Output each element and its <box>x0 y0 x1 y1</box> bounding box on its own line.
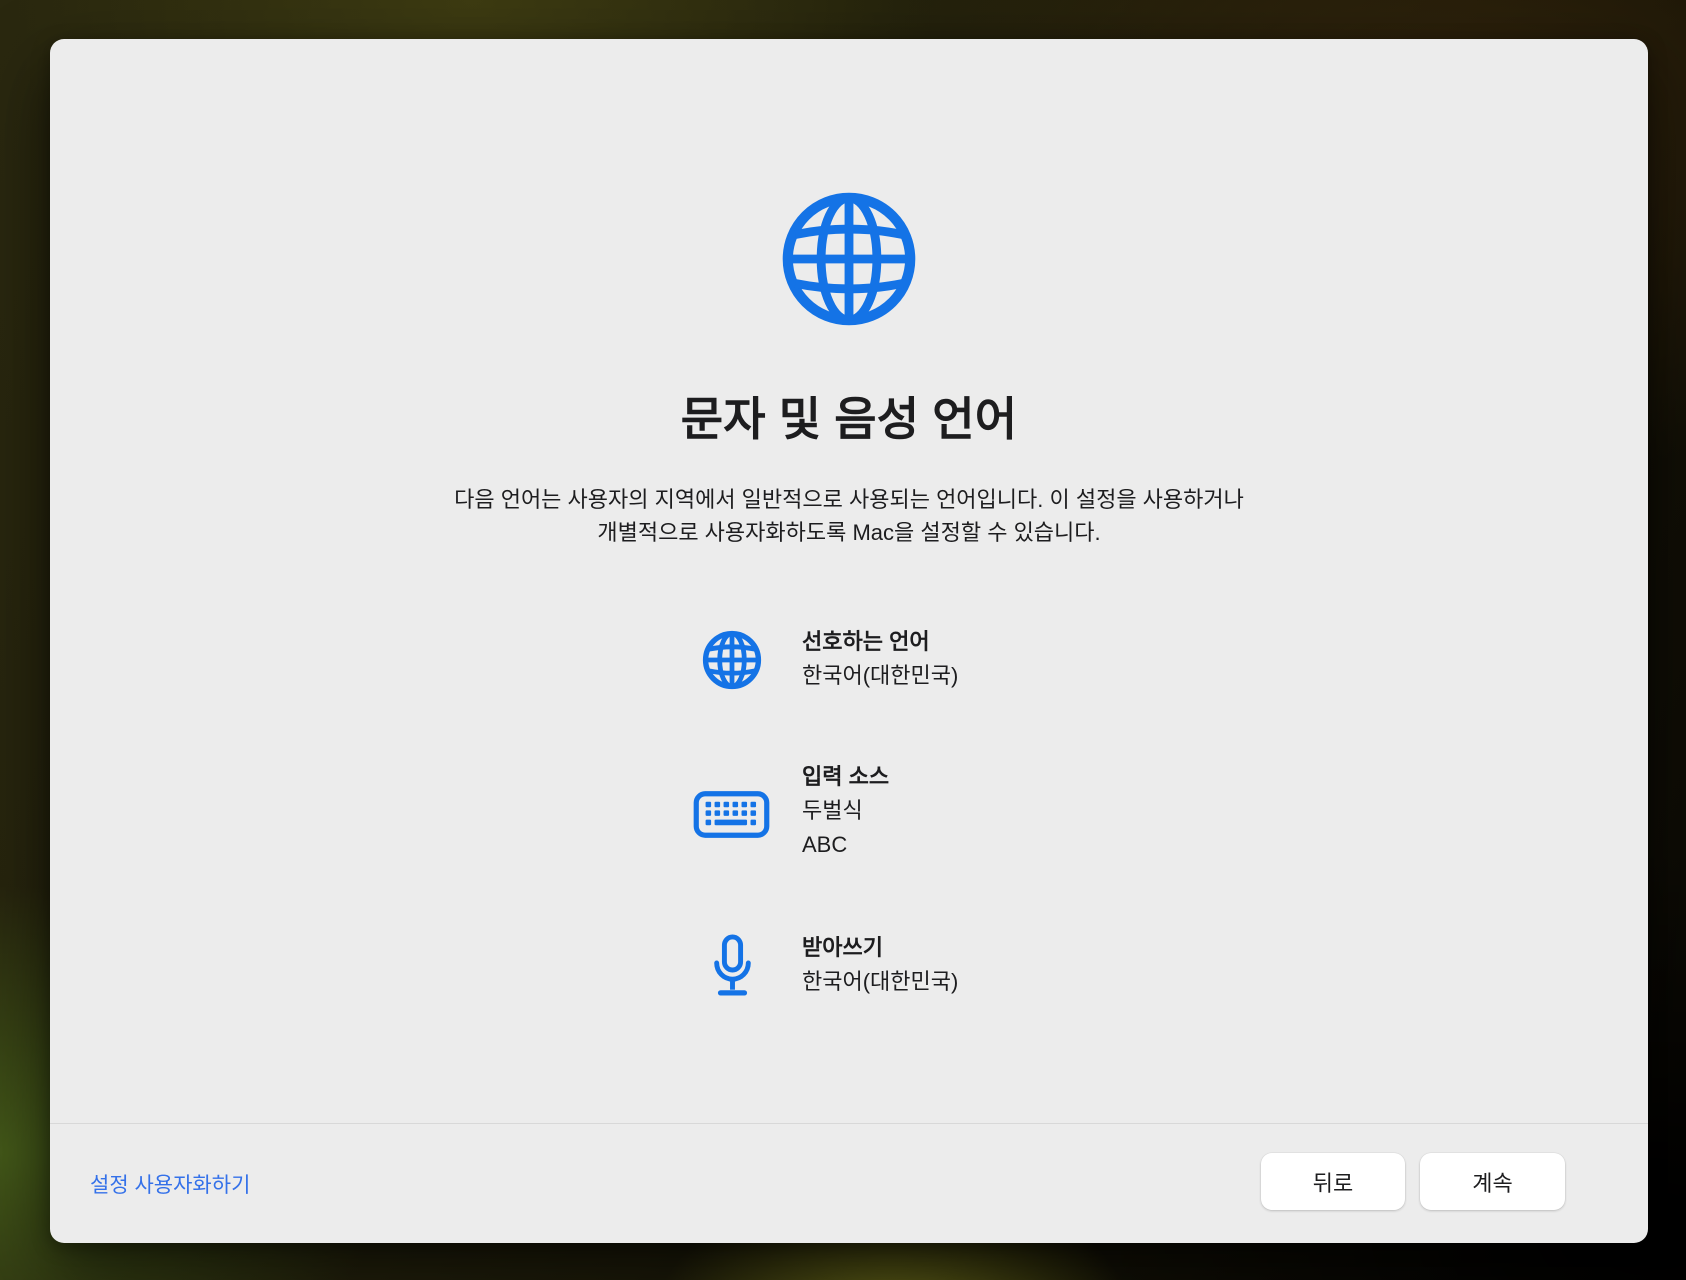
back-button[interactable]: 뒤로 <box>1261 1153 1405 1210</box>
input-sources-row: 입력 소스 두벌식 ABC <box>687 760 1407 862</box>
page-title: 문자 및 음성 언어 <box>50 391 1648 447</box>
globe-icon <box>702 630 762 690</box>
description-line-2: 개별적으로 사용자화하도록 Mac을 설정할 수 있습니다. <box>50 516 1648 549</box>
dictation-label: 받아쓰기 <box>802 931 1407 965</box>
desktop-background: 문자 및 음성 언어 다음 언어는 사용자의 지역에서 일반적으로 사용되는 언… <box>0 0 1686 1280</box>
preferred-language-value: 한국어(대한민국) <box>802 659 1407 693</box>
preferred-language-text: 선호하는 언어 한국어(대한민국) <box>802 625 1407 693</box>
setup-assistant-window: 문자 및 음성 언어 다음 언어는 사용자의 지역에서 일반적으로 사용되는 언… <box>50 39 1648 1243</box>
continue-button[interactable]: 계속 <box>1420 1153 1565 1210</box>
page-description: 다음 언어는 사용자의 지역에서 일반적으로 사용되는 언어입니다. 이 설정을… <box>50 483 1648 549</box>
dictation-text: 받아쓰기 한국어(대한민국) <box>802 931 1407 999</box>
dictation-row: 받아쓰기 한국어(대한민국) <box>687 931 1407 999</box>
input-sources-label: 입력 소스 <box>802 760 1407 794</box>
dictation-value: 한국어(대한민국) <box>802 965 1407 999</box>
globe-icon <box>781 191 917 327</box>
input-sources-value-1: 두벌식 <box>802 794 1407 828</box>
customize-settings-link[interactable]: 설정 사용자화하기 <box>90 1169 250 1199</box>
input-sources-value-2: ABC <box>802 828 1407 862</box>
keyboard-icon <box>693 791 770 838</box>
microphone-icon <box>710 933 755 1000</box>
description-line-1: 다음 언어는 사용자의 지역에서 일반적으로 사용되는 언어입니다. 이 설정을… <box>50 483 1648 516</box>
preferred-language-label: 선호하는 언어 <box>802 625 1407 659</box>
preferred-language-row: 선호하는 언어 한국어(대한민국) <box>687 625 1407 693</box>
input-sources-text: 입력 소스 두벌식 ABC <box>802 760 1407 862</box>
footer-bar: 설정 사용자화하기 뒤로 계속 <box>50 1123 1648 1243</box>
